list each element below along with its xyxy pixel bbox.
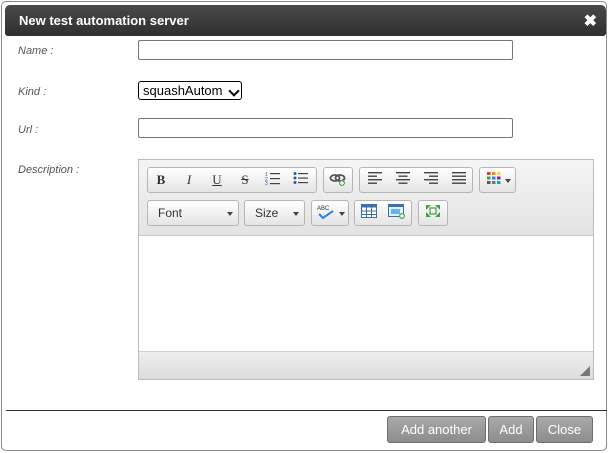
insert-group: [354, 200, 412, 226]
bold-button[interactable]: B: [151, 171, 171, 189]
link-group: [323, 167, 353, 193]
url-input[interactable]: [138, 118, 513, 138]
strikethrough-button[interactable]: S: [235, 171, 255, 189]
dialog-titlebar: New test automation server ✖: [5, 5, 606, 36]
underline-button[interactable]: U: [207, 171, 227, 189]
name-label: Name :: [18, 45, 54, 57]
close-button[interactable]: Close: [536, 416, 593, 443]
kind-selected-value: squashAutom: [143, 83, 223, 98]
dialog-title: New test automation server: [19, 13, 189, 28]
bulleted-list-icon[interactable]: [291, 171, 311, 189]
url-label: Url :: [18, 124, 39, 136]
editor-content-area[interactable]: [139, 236, 593, 352]
spellcheck-icon-text: ABC: [317, 206, 330, 212]
chevron-down-icon: [339, 212, 345, 216]
maximize-group: [418, 200, 448, 226]
kind-label: Kind :: [18, 86, 47, 98]
text-style-group: B I U S 123: [147, 167, 317, 193]
new-server-dialog: New test automation server ✖ Name : Kind…: [1, 1, 607, 451]
insert-link-icon[interactable]: [328, 171, 348, 189]
color-group: [479, 167, 516, 193]
editor-toolbar: B I U S 123 Font Size ABC: [139, 160, 593, 236]
editor-footer: [139, 351, 593, 379]
svg-text:3: 3: [265, 181, 268, 185]
resize-handle-icon[interactable]: [580, 366, 590, 376]
alignment-group: [359, 167, 473, 193]
text-color-icon[interactable]: [484, 171, 504, 189]
name-input[interactable]: [138, 40, 513, 60]
size-combo[interactable]: Size: [244, 200, 305, 226]
italic-button[interactable]: I: [179, 171, 199, 189]
spellcheck-icon[interactable]: ABC: [316, 204, 336, 222]
description-editor: B I U S 123 Font Size ABC: [138, 159, 594, 380]
font-combo-label: Font: [158, 206, 183, 220]
align-center-icon[interactable]: [393, 171, 413, 189]
footer-divider: [6, 410, 607, 411]
chevron-down-icon: [228, 85, 240, 97]
numbered-list-icon[interactable]: 123: [263, 171, 283, 189]
font-combo[interactable]: Font: [147, 200, 239, 226]
spellcheck-group: ABC: [311, 200, 349, 226]
insert-image-icon[interactable]: [387, 204, 407, 222]
chevron-down-icon: [505, 179, 511, 183]
maximize-icon[interactable]: [423, 204, 443, 222]
align-justify-icon[interactable]: [449, 171, 469, 189]
close-icon[interactable]: ✖: [584, 11, 597, 31]
table-icon[interactable]: [359, 204, 379, 222]
chevron-down-icon: [227, 212, 233, 216]
kind-select[interactable]: squashAutom: [138, 81, 242, 100]
add-button[interactable]: Add: [488, 416, 534, 443]
align-left-icon[interactable]: [365, 171, 385, 189]
size-combo-label: Size: [255, 206, 279, 220]
add-another-button[interactable]: Add another: [387, 416, 486, 443]
description-label: Description :: [18, 164, 80, 176]
align-right-icon[interactable]: [421, 171, 441, 189]
chevron-down-icon: [293, 212, 299, 216]
